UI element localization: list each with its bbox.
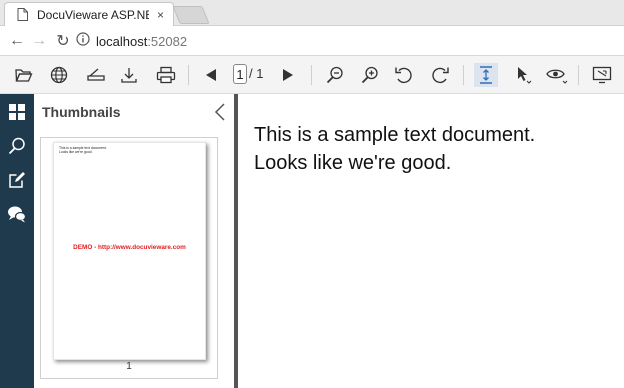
url-field[interactable]: localhost:52082 bbox=[76, 30, 616, 52]
viewer-toolbar: 1 / 1 bbox=[0, 56, 624, 94]
forward-button[interactable]: → bbox=[28, 30, 50, 52]
thumbnail-page-image: This is a sample text document. Looks li… bbox=[53, 142, 206, 360]
url-host: localhost bbox=[96, 33, 148, 49]
address-bar: ← → ↻ localhost:52082 bbox=[0, 26, 624, 56]
url-port: :52082 bbox=[147, 33, 188, 49]
demo-watermark: DEMO - http://www.docuvieware.com bbox=[73, 244, 186, 251]
document-text-line: Looks like we're good. bbox=[254, 152, 452, 174]
toolbar-separator bbox=[188, 65, 189, 85]
download-icon[interactable] bbox=[117, 63, 141, 87]
search-icon[interactable] bbox=[5, 134, 29, 158]
pointer-icon[interactable] bbox=[511, 63, 535, 87]
rotate-left-icon[interactable] bbox=[392, 63, 416, 87]
toolbar-separator bbox=[311, 65, 312, 85]
scanner-icon[interactable] bbox=[84, 63, 108, 87]
back-button[interactable]: ← bbox=[6, 30, 28, 52]
browser-tab[interactable]: DocuVieware ASP.NET Co × bbox=[4, 2, 174, 26]
annotate-icon[interactable] bbox=[5, 168, 29, 192]
new-tab-button[interactable] bbox=[172, 6, 210, 24]
toolbar-separator bbox=[463, 65, 464, 85]
previous-page-icon[interactable] bbox=[199, 63, 223, 87]
zoom-in-icon[interactable] bbox=[358, 63, 382, 87]
fullscreen-icon[interactable] bbox=[590, 63, 614, 87]
print-icon[interactable] bbox=[154, 63, 178, 87]
thumbnails-panel: Thumbnails This is a sample text documen… bbox=[34, 94, 234, 388]
document-text-line: This is a sample text document. bbox=[254, 124, 536, 146]
tab-close-button[interactable]: × bbox=[157, 8, 164, 22]
page-number-input[interactable]: 1 bbox=[233, 64, 247, 84]
thumbnail-page-number: 1 bbox=[126, 361, 132, 372]
url-text: localhost:52082 bbox=[96, 34, 187, 49]
left-sidebar bbox=[0, 94, 34, 388]
reload-button[interactable]: ↻ bbox=[52, 30, 74, 52]
zoom-out-icon[interactable] bbox=[323, 63, 347, 87]
panel-title: Thumbnails bbox=[42, 104, 121, 120]
toolbar-separator bbox=[578, 65, 579, 85]
globe-icon[interactable] bbox=[47, 63, 71, 87]
fit-page-icon[interactable] bbox=[474, 63, 498, 87]
tab-title: DocuVieware ASP.NET Co bbox=[37, 7, 149, 22]
info-icon[interactable] bbox=[76, 31, 90, 51]
thumbnails-icon[interactable] bbox=[5, 100, 29, 124]
comments-icon[interactable] bbox=[5, 202, 29, 226]
document-icon bbox=[15, 8, 29, 21]
collapse-panel-icon[interactable] bbox=[212, 102, 228, 122]
browser-tab-strip: DocuVieware ASP.NET Co × bbox=[0, 0, 624, 26]
thumbnail-text-line: Looks like we're good. bbox=[59, 150, 93, 154]
open-icon[interactable] bbox=[12, 63, 36, 87]
page-count: / 1 bbox=[249, 66, 264, 81]
next-page-icon[interactable] bbox=[276, 63, 300, 87]
document-viewer[interactable]: This is a sample text document. Looks li… bbox=[238, 94, 624, 388]
page-thumbnail[interactable]: This is a sample text document. Looks li… bbox=[40, 137, 218, 379]
rotate-right-icon[interactable] bbox=[428, 63, 452, 87]
view-icon[interactable] bbox=[545, 63, 569, 87]
